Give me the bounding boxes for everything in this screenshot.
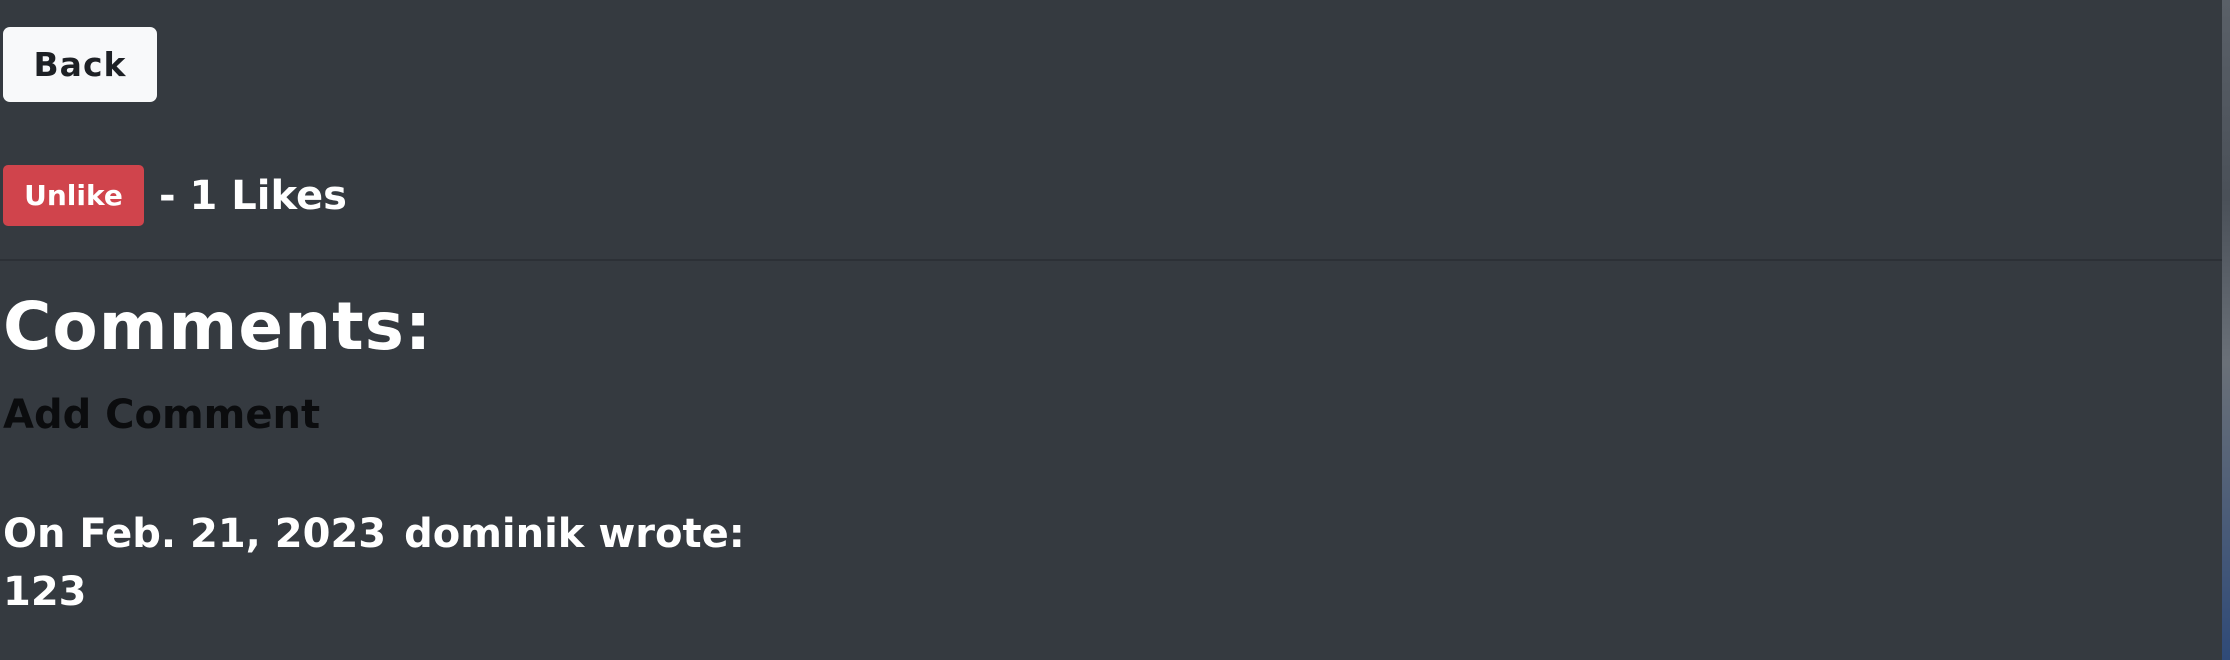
likes-count: - 1 Likes [159, 172, 347, 219]
unlike-button[interactable]: Unlike [3, 165, 144, 226]
comment-date: On Feb. 21, 2023 [3, 511, 387, 557]
section-divider [0, 259, 2222, 261]
comment-header: On Feb. 21, 2023 dominik wrote: [3, 510, 745, 558]
comments-heading: Comments: [3, 288, 433, 365]
like-row: Unlike - 1 Likes [3, 165, 347, 226]
add-comment-link[interactable]: Add Comment [3, 391, 320, 439]
comment-body: 123 [3, 569, 87, 615]
post-detail-page: Back Unlike - 1 Likes Comments: Add Comm… [0, 0, 2222, 660]
window-edge [2222, 0, 2230, 660]
back-button[interactable]: Back [3, 27, 157, 102]
comment-author: dominik wrote: [404, 511, 745, 557]
